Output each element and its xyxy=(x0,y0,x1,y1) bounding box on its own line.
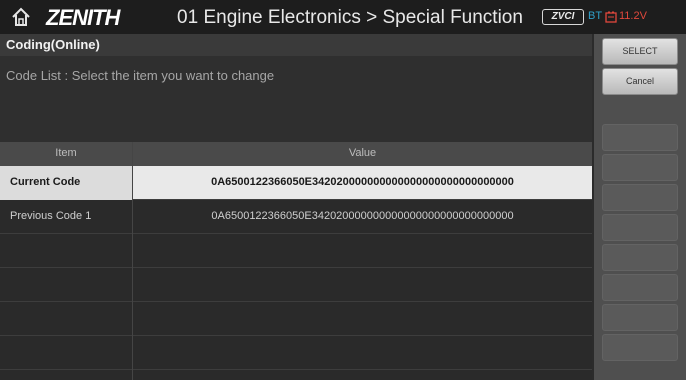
table-row-empty xyxy=(0,234,592,268)
voltage-readout: 11.2V xyxy=(619,10,647,22)
function-title: Coding(Online) xyxy=(6,37,100,52)
brand-logo: ZENITH xyxy=(46,5,120,30)
instruction-panel: Code List : Select the item you want to … xyxy=(0,56,592,142)
empty-button-slot xyxy=(602,334,678,361)
empty-button-slot xyxy=(602,304,678,331)
empty-button-slot xyxy=(602,124,678,151)
table-row[interactable]: Previous Code 1 0A6500122366050E34202000… xyxy=(0,200,592,234)
cancel-button[interactable]: Cancel xyxy=(602,68,678,95)
column-divider xyxy=(132,142,133,380)
column-header-value: Value xyxy=(348,147,377,159)
row-value: 0A6500122366050E342020000000000000000000… xyxy=(211,210,514,222)
empty-button-slot xyxy=(602,244,678,271)
top-bar: ZENITH 01 Engine Electronics > Special F… xyxy=(0,0,686,34)
bluetooth-status: BT xyxy=(588,10,603,22)
row-value: 0A6500122366050E342020000000000000000000… xyxy=(211,176,514,188)
page-title: 01 Engine Electronics > Special Function xyxy=(177,7,523,28)
table-row-empty xyxy=(0,302,592,336)
empty-button-slot xyxy=(602,184,678,211)
home-icon[interactable] xyxy=(10,6,32,28)
empty-button-slot xyxy=(602,274,678,301)
battery-icon xyxy=(605,11,617,23)
table-row[interactable]: Current Code 0A6500122366050E34202000000… xyxy=(0,166,592,200)
table-row-empty xyxy=(0,268,592,302)
row-item-label: Previous Code 1 xyxy=(10,210,92,222)
table-header: Item Value xyxy=(0,142,592,166)
function-header: Coding(Online) xyxy=(0,34,592,56)
action-sidebar: SELECT Cancel xyxy=(594,34,686,380)
select-button[interactable]: SELECT xyxy=(602,38,678,65)
table-row-empty xyxy=(0,336,592,370)
empty-button-slot xyxy=(602,214,678,241)
column-header-item: Item xyxy=(55,147,77,159)
empty-button-slot xyxy=(602,154,678,181)
vci-badge: ZVCI xyxy=(542,9,584,25)
code-table: Item Value Current Code 0A6500122366050E… xyxy=(0,142,592,380)
instruction-text: Code List : Select the item you want to … xyxy=(6,68,275,83)
row-item-label: Current Code xyxy=(10,176,81,188)
